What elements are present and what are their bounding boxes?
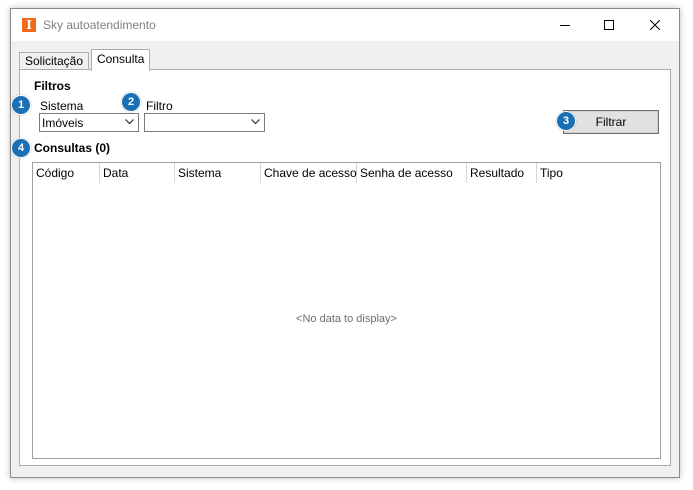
annotation-badge-2: 2 <box>121 92 141 112</box>
close-icon <box>650 20 660 30</box>
annotation-badge-1: 1 <box>11 95 31 115</box>
maximize-icon <box>604 20 614 30</box>
maximize-button[interactable] <box>587 9 631 41</box>
consulta-panel: Filtros Sistema Imóveis Filtro Filtrar C… <box>19 69 671 466</box>
filtrar-button[interactable]: Filtrar <box>563 110 659 134</box>
app-window: I Sky autoatendimento Solicitação Consul… <box>10 8 680 478</box>
title-bar[interactable]: I Sky autoatendimento <box>11 9 679 41</box>
annotation-badge-4: 4 <box>11 138 31 158</box>
consultas-heading: Consultas (0) <box>34 141 111 155</box>
column-header-resultado[interactable]: Resultado <box>467 163 537 183</box>
sistema-label: Sistema <box>40 99 84 113</box>
column-header-tipo[interactable]: Tipo <box>537 163 660 183</box>
annotation-badge-3: 3 <box>556 111 576 131</box>
close-button[interactable] <box>633 9 677 41</box>
column-header-data[interactable]: Data <box>100 163 175 183</box>
consultas-grid[interactable]: Código Data Sistema Chave de acesso Senh… <box>32 162 661 459</box>
column-header-sistema[interactable]: Sistema <box>175 163 261 183</box>
tab-solicitacao[interactable]: Solicitação <box>19 52 90 70</box>
filtros-heading: Filtros <box>34 79 71 93</box>
empty-grid-message: <No data to display> <box>296 313 397 325</box>
minimize-icon <box>560 25 570 26</box>
sistema-selected-value: Imóveis <box>42 116 84 130</box>
minimize-button[interactable] <box>543 9 587 41</box>
filtro-label: Filtro <box>146 99 173 113</box>
column-header-chave-de-acesso[interactable]: Chave de acesso <box>261 163 357 183</box>
filtro-dropdown[interactable] <box>144 113 265 132</box>
grid-header: Código Data Sistema Chave de acesso Senh… <box>33 163 660 183</box>
window-title: Sky autoatendimento <box>43 18 156 32</box>
column-header-codigo[interactable]: Código <box>33 163 100 183</box>
app-logo-icon: I <box>22 18 36 32</box>
column-header-senha-de-acesso[interactable]: Senha de acesso <box>357 163 467 183</box>
tab-consulta[interactable]: Consulta <box>91 49 151 71</box>
chevron-down-icon <box>125 119 134 125</box>
chevron-down-icon <box>251 119 260 125</box>
sistema-dropdown[interactable]: Imóveis <box>39 113 139 132</box>
